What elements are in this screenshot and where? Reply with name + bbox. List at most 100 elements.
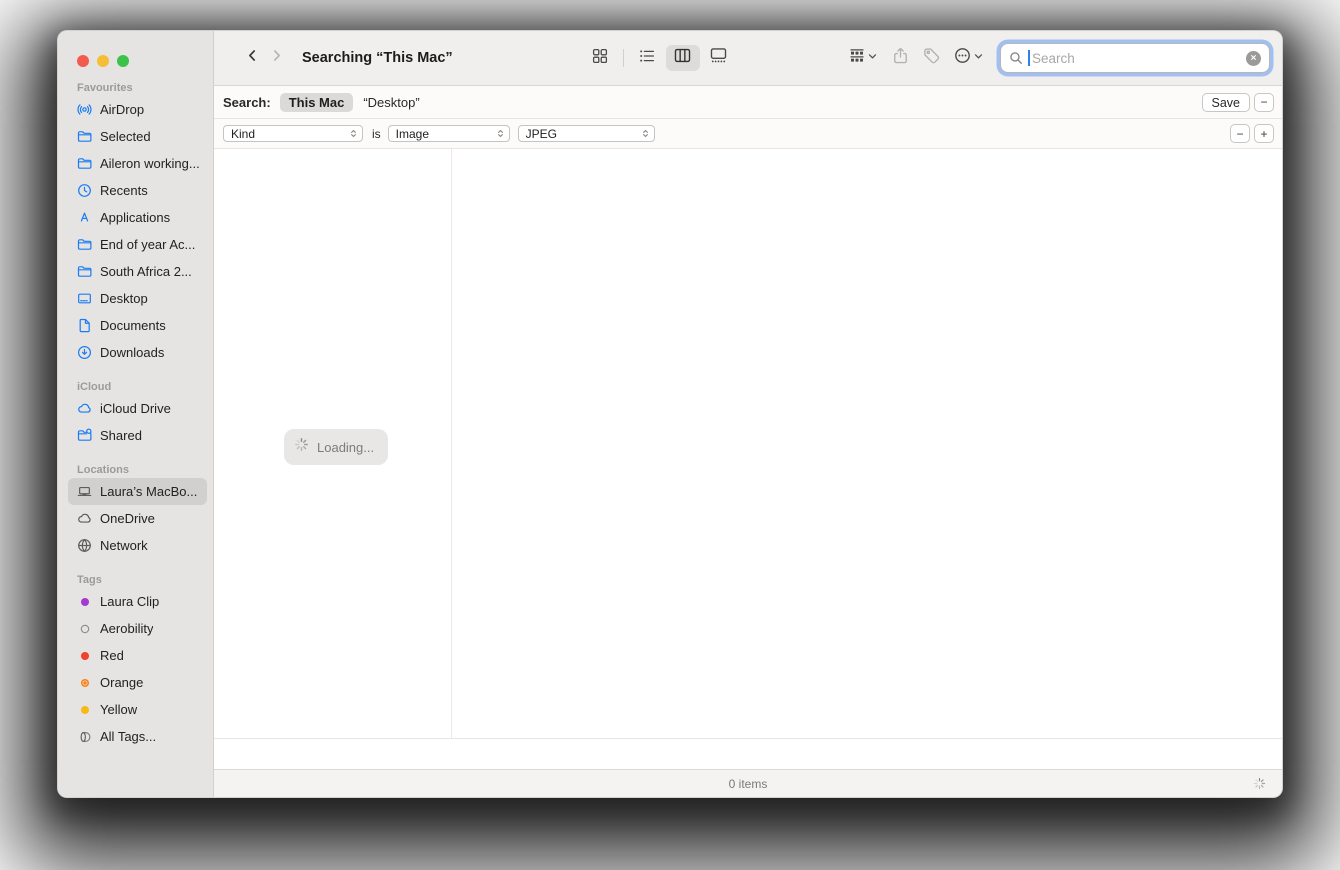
criteria-attribute-dropdown[interactable]: Kind bbox=[223, 125, 363, 142]
column-view-button[interactable] bbox=[665, 45, 700, 71]
toolbar-actions bbox=[849, 45, 984, 71]
sidebar-section-title: Favourites bbox=[77, 82, 133, 94]
sidebar-item-label: Shared bbox=[100, 428, 142, 443]
column-view-icon bbox=[674, 47, 691, 69]
sidebar-item-aileron-working[interactable]: Aileron working... bbox=[68, 150, 207, 177]
sidebar-item-selected[interactable]: Selected bbox=[68, 123, 207, 150]
sidebar-item-desktop[interactable]: Desktop bbox=[68, 285, 207, 312]
document-icon bbox=[76, 317, 93, 334]
dot-dotted-icon bbox=[76, 674, 93, 691]
search-icon bbox=[1009, 51, 1023, 65]
sidebar-item-label: Recents bbox=[100, 183, 148, 198]
group-button[interactable] bbox=[849, 45, 865, 71]
sidebar-item-onedrive[interactable]: OneDrive bbox=[68, 505, 207, 532]
chevron-down-icon bbox=[973, 49, 984, 67]
sidebar-item-documents[interactable]: Documents bbox=[68, 312, 207, 339]
column-divider[interactable] bbox=[451, 149, 452, 738]
sidebar-item-orange[interactable]: Orange bbox=[68, 669, 207, 696]
laptop-icon bbox=[76, 483, 93, 500]
sidebar-item-airdrop[interactable]: AirDrop bbox=[68, 96, 207, 123]
sidebar-item-label: Documents bbox=[100, 318, 166, 333]
desktop-background: Favourites AirDrop Selected Aileron working… bbox=[0, 0, 1340, 870]
sidebar-item-label: End of year Ac... bbox=[100, 237, 196, 252]
criteria-type-dropdown[interactable]: Image bbox=[387, 125, 510, 142]
gallery-view-button[interactable] bbox=[702, 45, 736, 71]
sidebar-item-label: Yellow bbox=[100, 702, 138, 717]
sidebar-item-end-of-year-ac[interactable]: End of year Ac... bbox=[68, 231, 207, 258]
list-view-button[interactable] bbox=[630, 45, 664, 71]
more-actions-control[interactable] bbox=[954, 45, 984, 71]
sidebar-section-title: iCloud bbox=[77, 381, 112, 393]
sidebar-section: iCloud iCloud Drive Shared bbox=[58, 379, 213, 449]
sidebar-item-label: Downloads bbox=[100, 345, 165, 360]
scope-this-mac[interactable]: This Mac bbox=[279, 92, 354, 112]
sidebar-item-laura-clip[interactable]: Laura Clip bbox=[68, 588, 207, 615]
forward-button[interactable] bbox=[264, 45, 288, 71]
sidebar-item-yellow[interactable]: Yellow bbox=[68, 696, 207, 723]
airdrop-icon bbox=[76, 101, 93, 118]
sidebar-item-aerobility[interactable]: Aerobility bbox=[68, 615, 207, 642]
chevron-down-icon bbox=[867, 49, 878, 67]
sidebar-item-label: Desktop bbox=[100, 291, 148, 306]
group-by-control[interactable] bbox=[849, 45, 878, 71]
ellipsis-icon bbox=[954, 47, 971, 69]
remove-criteria-button[interactable]: − bbox=[1230, 124, 1250, 143]
chevron-right-icon bbox=[269, 48, 284, 68]
sidebar-item-all-tags[interactable]: All Tags... bbox=[68, 723, 207, 750]
clear-search-button[interactable] bbox=[1246, 49, 1261, 67]
zoom-window-button[interactable] bbox=[117, 55, 129, 67]
grid-view-icon bbox=[592, 48, 608, 69]
more-button[interactable] bbox=[954, 45, 971, 71]
search-scope-bar: Search: This Mac “Desktop” Save − bbox=[214, 86, 1282, 119]
chevron-updown-icon bbox=[496, 129, 505, 138]
column-view-content[interactable]: Loading... bbox=[214, 149, 1282, 739]
spinner-icon bbox=[294, 437, 309, 457]
add-criteria-button[interactable]: + bbox=[1254, 124, 1274, 143]
tag-icon bbox=[923, 47, 940, 69]
save-search-button[interactable]: Save bbox=[1201, 92, 1250, 112]
sidebar-item-applications[interactable]: Applications bbox=[68, 204, 207, 231]
status-spinner-icon bbox=[1253, 777, 1266, 795]
sidebar-item-shared[interactable]: Shared bbox=[68, 422, 207, 449]
tag-button[interactable] bbox=[923, 45, 940, 71]
sidebar-item-network[interactable]: Network bbox=[68, 532, 207, 559]
horizontal-scrollbar-gutter[interactable] bbox=[214, 739, 1282, 769]
scope-desktop[interactable]: “Desktop” bbox=[363, 95, 419, 110]
window-controls bbox=[58, 55, 213, 67]
loading-indicator: Loading... bbox=[284, 429, 389, 465]
loading-label: Loading... bbox=[317, 439, 375, 455]
back-button[interactable] bbox=[240, 45, 264, 71]
criteria-format-dropdown[interactable]: JPEG bbox=[517, 125, 655, 142]
dot-icon bbox=[76, 647, 93, 664]
criteria-connector: is bbox=[372, 126, 381, 141]
toolbar: Searching “This Mac” Search bbox=[214, 31, 1282, 86]
sidebar-item-label: iCloud Drive bbox=[100, 401, 171, 416]
sidebar-item-label: Red bbox=[100, 648, 124, 663]
shared-folder-icon bbox=[76, 427, 93, 444]
appstore-icon bbox=[76, 209, 93, 226]
search-scope-label: Search: bbox=[223, 94, 271, 110]
sidebar-item-recents[interactable]: Recents bbox=[68, 177, 207, 204]
minimize-window-button[interactable] bbox=[97, 55, 109, 67]
close-window-button[interactable] bbox=[77, 55, 89, 67]
group-icon bbox=[849, 48, 865, 69]
icon-view-button[interactable] bbox=[583, 45, 617, 71]
sidebar-item-south-africa-2[interactable]: South Africa 2... bbox=[68, 258, 207, 285]
main-area: Searching “This Mac” Search Search: This… bbox=[214, 31, 1282, 797]
share-button[interactable] bbox=[892, 45, 909, 71]
folder-icon bbox=[76, 155, 93, 172]
remove-search-bar-button[interactable]: − bbox=[1254, 92, 1274, 112]
gallery-view-icon bbox=[710, 47, 727, 69]
sidebar-section: Favourites AirDrop Selected Aileron working… bbox=[58, 80, 213, 366]
dropdown-value: JPEG bbox=[525, 126, 558, 141]
sidebar-item-downloads[interactable]: Downloads bbox=[68, 339, 207, 366]
close-icon bbox=[1249, 49, 1258, 67]
search-input[interactable]: Search bbox=[1000, 43, 1270, 73]
folder-icon bbox=[76, 236, 93, 253]
sidebar-item-label: Aerobility bbox=[100, 621, 154, 636]
dropdown-value: Kind bbox=[231, 126, 256, 141]
sidebar-item-red[interactable]: Red bbox=[68, 642, 207, 669]
sidebar-item-icloud-drive[interactable]: iCloud Drive bbox=[68, 395, 207, 422]
sidebar-item-label: Network bbox=[100, 538, 148, 553]
sidebar-item-laura-s-macbo[interactable]: Laura’s MacBo... bbox=[68, 478, 207, 505]
